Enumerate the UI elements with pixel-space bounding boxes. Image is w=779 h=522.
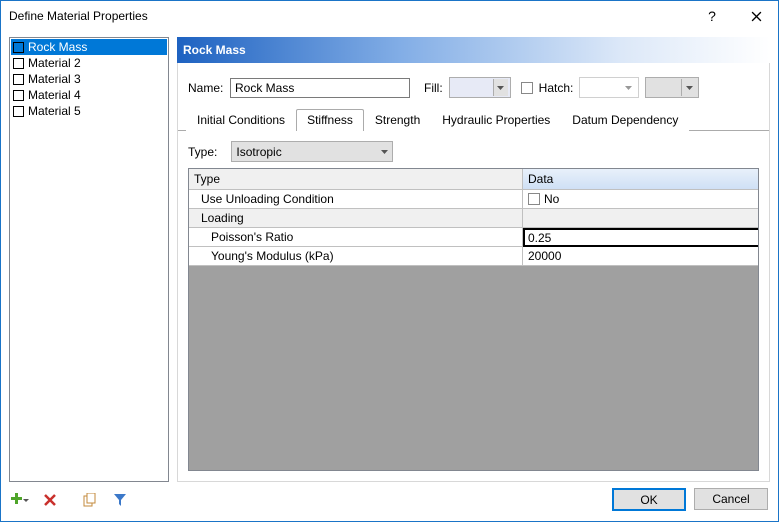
panel-body: Name: Fill: Hatch: [177,63,770,482]
panel-heading: Rock Mass [177,37,770,63]
tab-hydraulic[interactable]: Hydraulic Properties [431,109,561,131]
close-icon [751,11,762,22]
dialog-window: Define Material Properties ? Rock Mass M… [0,0,779,522]
material-item-3[interactable]: Material 3 [11,71,167,87]
grid-header: Type Data [189,169,758,190]
row-loading-group: Loading [189,209,758,228]
window-title: Define Material Properties [9,9,690,23]
fill-color-select[interactable] [449,77,511,98]
main-area: Rock Mass Material 2 Material 3 Material… [9,37,770,482]
material-swatch [13,58,24,69]
cell-unloading-value[interactable]: No [523,190,758,209]
chevron-down-icon [493,79,508,96]
type-value: Isotropic [236,145,281,159]
add-material-button[interactable] [11,491,29,509]
tab-initial-conditions[interactable]: Initial Conditions [186,109,296,131]
col-header-type[interactable]: Type [189,169,523,190]
col-header-data[interactable]: Data [523,169,758,190]
row-young: Young's Modulus (kPa) 20000 [189,247,758,266]
cell-loading-group-data [523,209,758,228]
name-label: Name: [188,81,224,95]
hatch-checkbox[interactable]: Hatch: [521,81,574,95]
toolbar-right: OK Cancel [612,488,768,511]
material-item-4[interactable]: Material 4 [11,87,167,103]
name-row: Name: Fill: Hatch: [178,63,769,108]
delete-icon [43,493,57,507]
cancel-button[interactable]: Cancel [694,488,768,510]
chevron-down-icon [381,150,388,154]
filter-button[interactable] [111,491,129,509]
delete-material-button[interactable] [41,491,59,509]
material-label: Rock Mass [28,40,87,54]
bottom-bar: OK Cancel [9,482,770,513]
cell-young-label: Young's Modulus (kPa) [189,247,523,266]
cell-unloading-label: Use Unloading Condition [189,190,523,209]
material-label: Material 3 [28,72,81,86]
filter-icon [113,493,127,507]
hatch-pattern-select[interactable] [579,77,639,98]
material-swatch [13,42,24,53]
type-label: Type: [188,145,217,159]
tab-strength[interactable]: Strength [364,109,431,131]
copy-button[interactable] [81,491,99,509]
material-label: Material 4 [28,88,81,102]
stiffness-type-select[interactable]: Isotropic [231,141,393,162]
tab-stiffness[interactable]: Stiffness [296,109,364,131]
grid-empty-area [189,266,758,470]
plus-icon [11,493,29,507]
help-button[interactable]: ? [690,1,734,31]
ok-button[interactable]: OK [612,488,686,511]
materials-list[interactable]: Rock Mass Material 2 Material 3 Material… [9,37,169,482]
cell-young-value[interactable]: 20000 [523,247,758,266]
cell-poisson-label: Poisson's Ratio [189,228,523,247]
material-swatch [13,90,24,101]
copy-icon [83,493,97,507]
checkbox-icon [521,82,533,94]
material-item-2[interactable]: Material 2 [11,55,167,71]
property-tabs: Initial Conditions Stiffness Strength Hy… [178,108,769,131]
material-swatch [13,106,24,117]
cell-loading-group: Loading [189,209,523,228]
material-swatch [13,74,24,85]
material-item-rock-mass[interactable]: Rock Mass [11,39,167,55]
type-row: Type: Isotropic [188,141,759,162]
chevron-down-icon [621,79,636,96]
toolbar-left [11,491,129,509]
stiffness-grid: Type Data Use Unloading Condition No [188,168,759,471]
material-item-5[interactable]: Material 5 [11,103,167,119]
hatch-color-select[interactable] [645,77,699,98]
close-button[interactable] [734,1,778,31]
cell-poisson-value[interactable]: 0.25 [523,228,758,247]
dialog-body: Rock Mass Material 2 Material 3 Material… [1,31,778,521]
hatch-label: Hatch: [539,81,574,95]
tab-content-stiffness: Type: Isotropic Type Data [178,131,769,481]
content-panel: Rock Mass Name: Fill: Hatch: [177,37,770,482]
fill-label: Fill: [424,81,443,95]
material-label: Material 5 [28,104,81,118]
unloading-value-text: No [544,192,559,206]
row-unloading: Use Unloading Condition No [189,190,758,209]
material-label: Material 2 [28,56,81,70]
row-poisson: Poisson's Ratio 0.25 [189,228,758,247]
tab-datum[interactable]: Datum Dependency [561,109,689,131]
checkbox-icon [528,193,540,205]
titlebar: Define Material Properties ? [1,1,778,31]
chevron-down-icon [681,79,696,96]
name-input[interactable] [230,78,410,98]
